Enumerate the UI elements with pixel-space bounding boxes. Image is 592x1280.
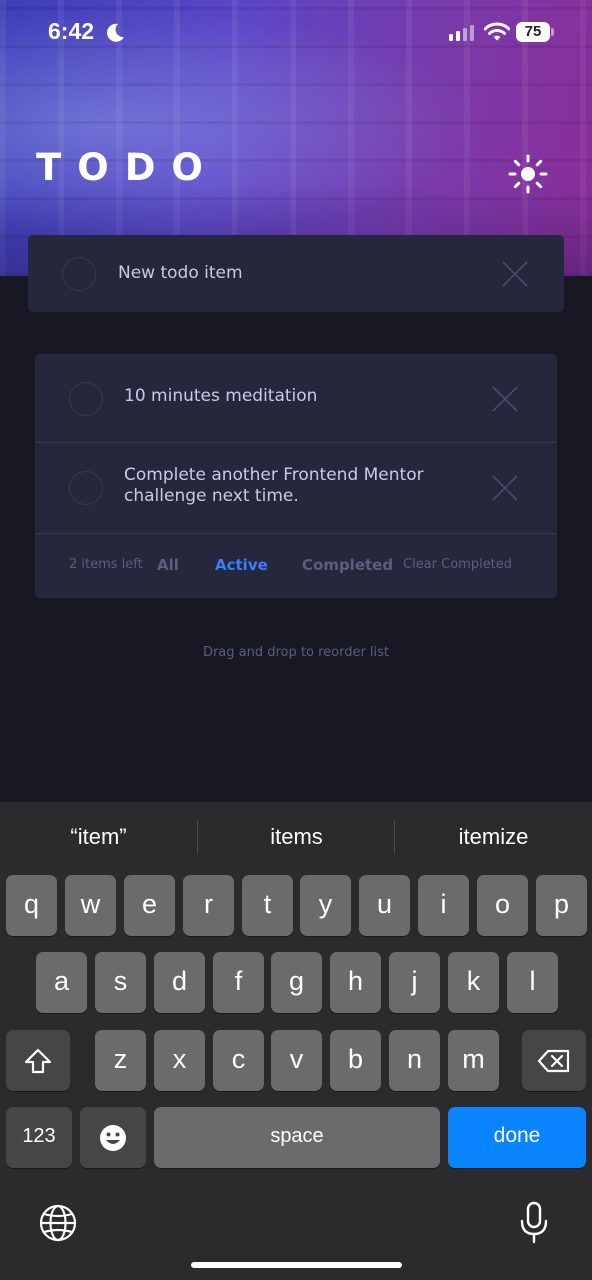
todo-check-circle[interactable] bbox=[69, 382, 103, 416]
list-footer: 2 items left All Active Completed Clear … bbox=[35, 534, 557, 598]
space-key[interactable]: space bbox=[154, 1107, 440, 1168]
key-h[interactable]: h bbox=[330, 952, 381, 1013]
home-indicator bbox=[191, 1262, 402, 1268]
key-d[interactable]: d bbox=[154, 952, 205, 1013]
emoji-icon bbox=[100, 1124, 126, 1151]
key-t[interactable]: t bbox=[242, 875, 293, 936]
key-v[interactable]: v bbox=[271, 1030, 322, 1091]
microphone-icon[interactable] bbox=[519, 1201, 549, 1245]
key-w[interactable]: w bbox=[65, 875, 116, 936]
filter-completed[interactable]: Completed bbox=[302, 556, 393, 574]
key-l[interactable]: l bbox=[507, 952, 558, 1013]
todo-list: 10 minutes meditation Complete another F… bbox=[35, 354, 557, 598]
key-o[interactable]: o bbox=[477, 875, 528, 936]
todo-item[interactable]: 10 minutes meditation bbox=[35, 354, 557, 443]
todo-item[interactable]: Complete another Frontend Mentor challen… bbox=[35, 443, 557, 534]
shift-icon bbox=[24, 1048, 52, 1073]
todo-check-circle[interactable] bbox=[69, 471, 103, 505]
items-left-count: 2 items left bbox=[69, 557, 143, 572]
new-todo-input[interactable] bbox=[118, 255, 498, 291]
moon-icon bbox=[107, 23, 124, 42]
shift-key[interactable] bbox=[6, 1030, 70, 1091]
clear-completed-button[interactable]: Clear Completed bbox=[403, 557, 512, 572]
new-todo-card bbox=[28, 235, 564, 312]
key-f[interactable]: f bbox=[213, 952, 264, 1013]
key-z[interactable]: z bbox=[95, 1030, 146, 1091]
key-k[interactable]: k bbox=[448, 952, 499, 1013]
backspace-key[interactable] bbox=[522, 1030, 586, 1091]
app-title: TODO bbox=[36, 146, 219, 189]
battery-tip bbox=[551, 28, 554, 36]
keyboard: “item” items itemize q w e r t y u i o p… bbox=[0, 802, 592, 1280]
done-key[interactable]: done bbox=[448, 1107, 586, 1168]
delete-todo-icon[interactable] bbox=[491, 474, 519, 502]
todo-text: Complete another Frontend Mentor challen… bbox=[124, 465, 424, 506]
key-s[interactable]: s bbox=[95, 952, 146, 1013]
key-y[interactable]: y bbox=[300, 875, 351, 936]
key-c[interactable]: c bbox=[213, 1030, 264, 1091]
cellular-signal-icon bbox=[449, 25, 474, 41]
suggestion-item[interactable]: items bbox=[198, 802, 395, 872]
key-m[interactable]: m bbox=[448, 1030, 499, 1091]
clear-input-icon[interactable] bbox=[501, 260, 529, 288]
sun-icon[interactable] bbox=[506, 152, 550, 196]
globe-icon[interactable] bbox=[38, 1203, 78, 1243]
key-u[interactable]: u bbox=[359, 875, 410, 936]
key-e[interactable]: e bbox=[124, 875, 175, 936]
key-b[interactable]: b bbox=[330, 1030, 381, 1091]
emoji-key[interactable] bbox=[80, 1107, 146, 1168]
key-q[interactable]: q bbox=[6, 875, 57, 936]
key-r[interactable]: r bbox=[183, 875, 234, 936]
key-n[interactable]: n bbox=[389, 1030, 440, 1091]
wifi-icon bbox=[484, 22, 510, 41]
backspace-icon bbox=[537, 1049, 570, 1072]
suggestion-item[interactable]: itemize bbox=[395, 802, 592, 872]
key-g[interactable]: g bbox=[271, 952, 322, 1013]
filter-all[interactable]: All bbox=[157, 556, 179, 574]
key-i[interactable]: i bbox=[418, 875, 469, 936]
suggestion-item[interactable]: “item” bbox=[0, 802, 197, 872]
suggestion-bar: “item” items itemize bbox=[0, 802, 592, 872]
delete-todo-icon[interactable] bbox=[491, 385, 519, 413]
reorder-hint: Drag and drop to reorder list bbox=[202, 645, 390, 660]
status-time: 6:42 bbox=[48, 18, 95, 44]
key-p[interactable]: p bbox=[536, 875, 587, 936]
numbers-key[interactable]: 123 bbox=[6, 1107, 72, 1168]
battery-indicator: 75 bbox=[516, 22, 550, 42]
key-a[interactable]: a bbox=[36, 952, 87, 1013]
key-x[interactable]: x bbox=[154, 1030, 205, 1091]
new-todo-check-circle[interactable] bbox=[62, 257, 96, 291]
key-j[interactable]: j bbox=[389, 952, 440, 1013]
todo-text: 10 minutes meditation bbox=[124, 386, 318, 406]
filter-active[interactable]: Active bbox=[215, 556, 268, 574]
